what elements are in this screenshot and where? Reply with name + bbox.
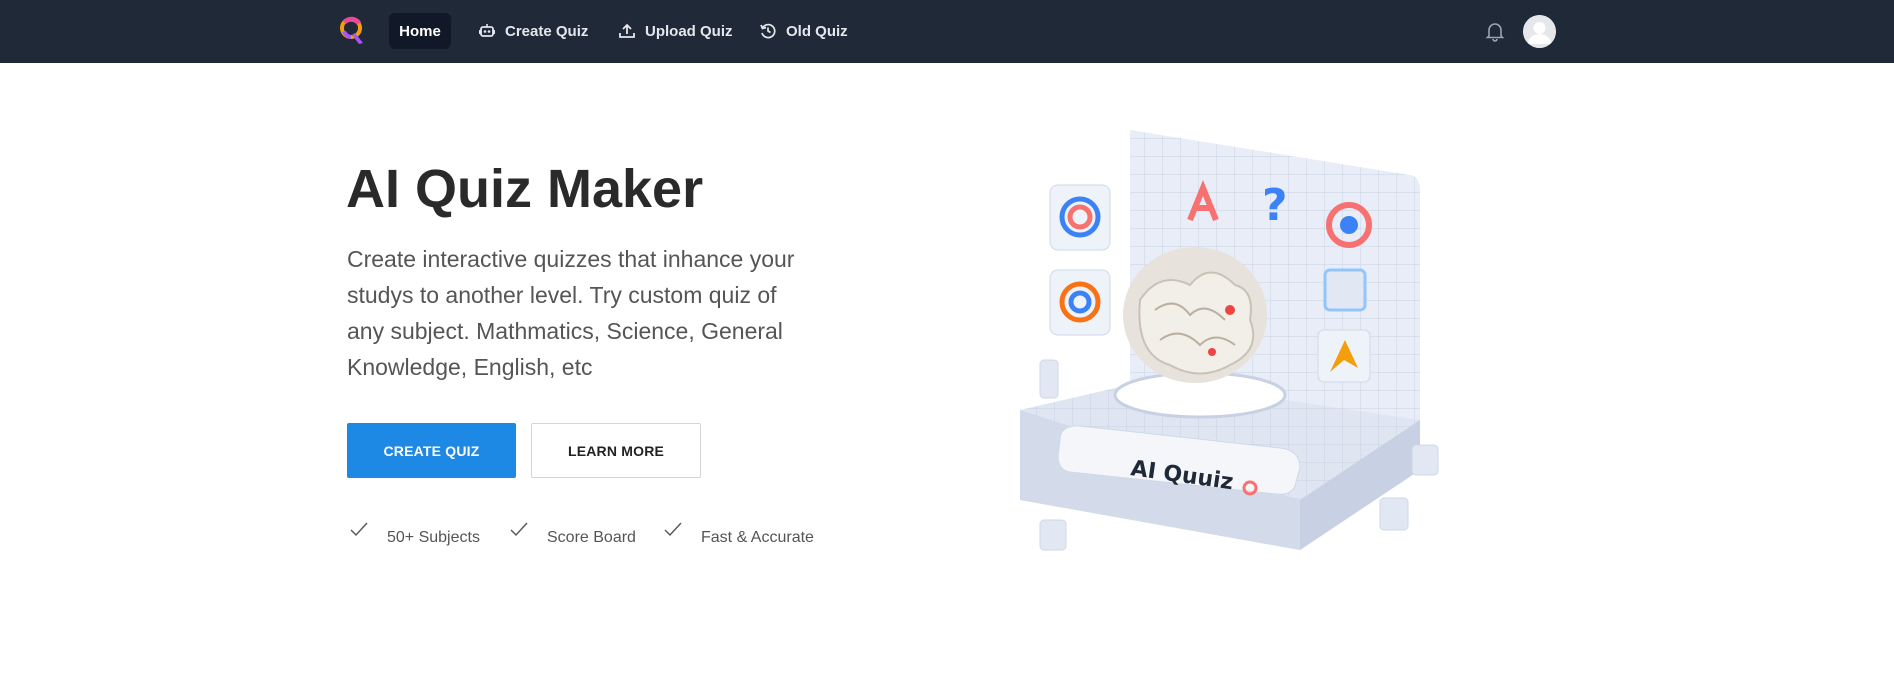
user-avatar[interactable] xyxy=(1523,15,1556,48)
check-icon xyxy=(664,522,682,537)
nav-upload-quiz-label: Upload Quiz xyxy=(645,22,733,40)
history-icon xyxy=(760,23,776,39)
feature-label: Fast & Accurate xyxy=(701,529,814,546)
nav-upload-quiz[interactable]: Upload Quiz xyxy=(606,13,745,49)
nav-old-quiz-label: Old Quiz xyxy=(786,22,848,40)
robot-icon xyxy=(479,24,495,37)
nav-home[interactable]: Home xyxy=(389,13,451,49)
feature-label: Score Board xyxy=(547,529,636,546)
feature-item: 50+ Subjects xyxy=(349,522,480,552)
app-logo-icon[interactable] xyxy=(337,13,367,47)
feature-item: Score Board xyxy=(509,522,636,552)
user-icon xyxy=(1523,15,1556,48)
svg-text:?: ? xyxy=(1262,180,1288,231)
feature-label: 50+ Subjects xyxy=(387,529,480,546)
nav-old-quiz[interactable]: Old Quiz xyxy=(747,13,860,49)
hero-description: Create interactive quizzes that inhance … xyxy=(347,246,795,380)
check-icon xyxy=(510,522,528,537)
ai-quiz-illustration: ? AI Quuiz xyxy=(1020,130,1439,551)
feature-item: Fast & Accurate xyxy=(663,522,814,552)
upload-icon xyxy=(619,23,635,38)
bell-icon[interactable] xyxy=(1484,20,1506,42)
learn-more-button[interactable]: LEARN MORE xyxy=(531,423,701,478)
page-title: AI Quiz Maker xyxy=(346,159,704,219)
create-quiz-button[interactable]: CREATE QUIZ xyxy=(347,423,516,478)
nav-create-quiz-label: Create Quiz xyxy=(505,22,589,40)
nav-create-quiz[interactable]: Create Quiz xyxy=(466,13,600,49)
nav-home-label: Home xyxy=(399,22,441,40)
check-icon xyxy=(350,522,368,537)
top-navbar: Home Create Quiz Upload Quiz Old Quiz xyxy=(0,0,1894,63)
